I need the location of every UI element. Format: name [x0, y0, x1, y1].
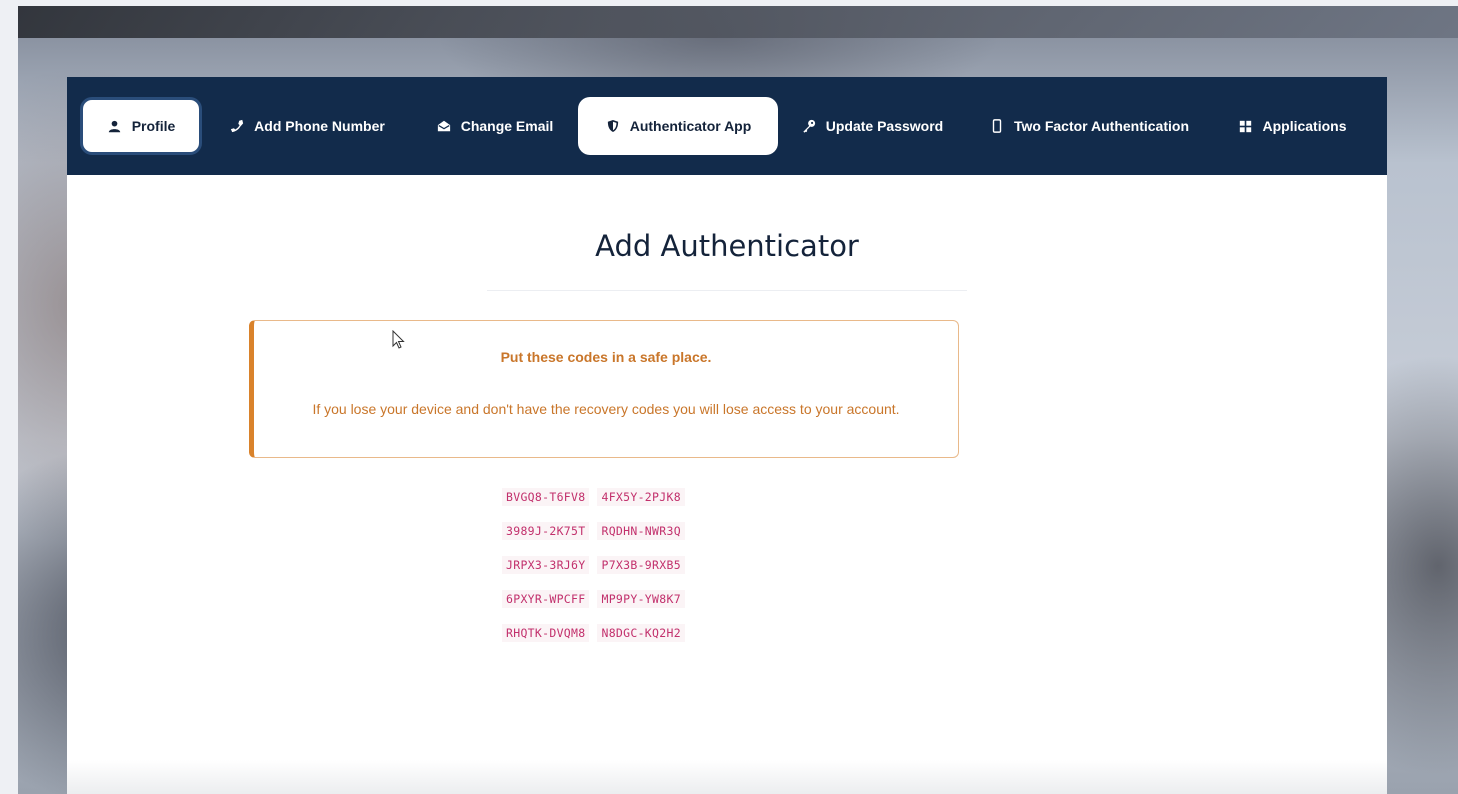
recovery-code-row: RHQTK-DVQM8 N8DGC-KQ2H2 [502, 616, 714, 650]
main-card: Profile Add Phone Number Change Email Au… [67, 77, 1387, 794]
recovery-code-row: 6PXYR-WPCFF MP9PY-YW8K7 [502, 582, 714, 616]
tab-authenticator-app[interactable]: Authenticator App [578, 97, 778, 155]
recovery-code-row: 3989J-2K75T RQDHN-NWR3Q [502, 514, 714, 548]
warning-alert: Put these codes in a safe place. If you … [249, 320, 959, 458]
alert-title: Put these codes in a safe place. [500, 349, 712, 365]
shield-icon [605, 118, 621, 134]
alert-body: If you lose your device and don't have t… [312, 401, 900, 417]
recovery-code: P7X3B-9RXB5 [597, 556, 685, 574]
grid-icon [1237, 118, 1253, 134]
recovery-code: RQDHN-NWR3Q [597, 522, 685, 540]
tab-label: Update Password [825, 118, 944, 134]
recovery-code: N8DGC-KQ2H2 [597, 624, 685, 642]
tab-label: Applications [1262, 118, 1347, 134]
mouse-cursor-icon [392, 329, 406, 350]
tab-profile[interactable]: Profile [80, 97, 202, 155]
account-navbar: Profile Add Phone Number Change Email Au… [67, 77, 1387, 175]
tab-label: Two Factor Authentication [1014, 118, 1189, 134]
recovery-code: JRPX3-3RJ6Y [502, 556, 590, 574]
tab-two-factor-authentication[interactable]: Two Factor Authentication [989, 97, 1189, 155]
key-icon [801, 118, 817, 134]
tab-label: Authenticator App [629, 118, 752, 134]
user-icon [107, 118, 123, 134]
bottom-shade [67, 760, 1387, 794]
page-title: Add Authenticator [595, 229, 859, 263]
tab-update-password[interactable]: Update Password [797, 97, 947, 155]
mobile-icon [989, 118, 1005, 134]
tab-label: Change Email [460, 118, 554, 134]
tab-change-email[interactable]: Change Email [427, 97, 562, 155]
browser-top-band [18, 6, 1458, 38]
tab-add-phone-number[interactable]: Add Phone Number [222, 97, 392, 155]
recovery-code: 6PXYR-WPCFF [502, 590, 590, 608]
recovery-code: MP9PY-YW8K7 [597, 590, 685, 608]
recovery-codes-list: BVGQ8-T6FV8 4FX5Y-2PJK8 3989J-2K75T RQDH… [502, 480, 714, 650]
tab-label: Add Phone Number [254, 118, 385, 134]
envelope-open-icon [436, 118, 452, 134]
recovery-code: BVGQ8-T6FV8 [502, 488, 590, 506]
title-divider [487, 290, 967, 291]
recovery-code: RHQTK-DVQM8 [502, 624, 590, 642]
recovery-code: 4FX5Y-2PJK8 [597, 488, 685, 506]
phone-icon [229, 118, 245, 134]
recovery-code-row: BVGQ8-T6FV8 4FX5Y-2PJK8 [502, 480, 714, 514]
recovery-code-row: JRPX3-3RJ6Y P7X3B-9RXB5 [502, 548, 714, 582]
recovery-code: 3989J-2K75T [502, 522, 590, 540]
tab-label: Profile [131, 118, 176, 134]
tab-applications[interactable]: Applications [1233, 97, 1351, 155]
